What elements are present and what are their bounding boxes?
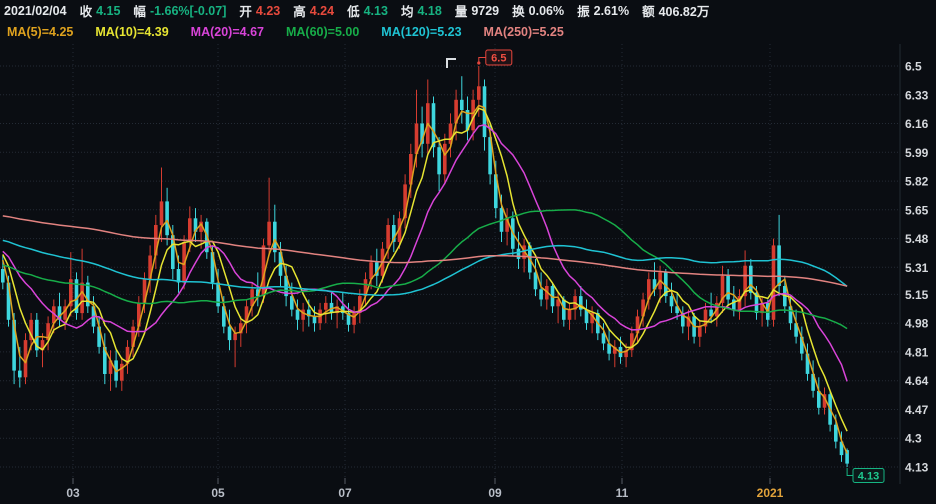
quote-field-value: 4.24 (310, 4, 334, 18)
svg-text:4.47: 4.47 (905, 403, 929, 417)
quote-field-label: 均 (401, 1, 414, 20)
ma-legend-item-20: MA(20)=4.67 (191, 25, 264, 39)
quote-field-label: 换 (512, 1, 525, 20)
quote-field-label: 量 (455, 1, 468, 20)
quote-date: 2021/02/04 (4, 4, 67, 18)
quote-field-label: 幅 (133, 1, 146, 20)
corner-mark (447, 59, 456, 68)
stock-chart-app: 2021/02/04 收4.15 幅 -1.66%[-0.07] 开 4.23 高 4.24… (0, 0, 936, 504)
quote-field-label: 开 (239, 1, 252, 20)
svg-text:4.13: 4.13 (858, 471, 879, 483)
ma-legend-item-250: MA(250)=5.25 (484, 25, 564, 39)
svg-text:03: 03 (66, 486, 80, 500)
quote-header: 2021/02/04 收4.15 幅 -1.66%[-0.07] 开 4.23 高 4.24… (4, 0, 709, 21)
quote-field-label: 低 (347, 1, 360, 20)
quote-field-2: 开 4.23 (239, 1, 280, 20)
grid (0, 44, 900, 484)
quote-field-8: 振 2.61% (577, 1, 629, 20)
quote-field-3: 高 4.24 (293, 1, 334, 20)
svg-text:6.5: 6.5 (905, 60, 922, 74)
quote-field-value: 0.06% (529, 4, 564, 18)
svg-text:5.99: 5.99 (905, 146, 929, 160)
quote-field-label: 振 (577, 1, 590, 20)
ma-line-10 (3, 108, 847, 431)
ma-legend-item-5: MA(5)=4.25 (7, 25, 73, 39)
quote-field-value: 4.15 (96, 4, 120, 18)
ma-legend-item-120: MA(120)=5.23 (381, 25, 461, 39)
quote-field-7: 换 0.06% (512, 1, 564, 20)
svg-text:2021: 2021 (757, 486, 784, 500)
svg-text:5.82: 5.82 (905, 175, 929, 189)
quote-field-value: 2.61% (594, 4, 629, 18)
quote-field-value: -1.66%[-0.07] (150, 4, 226, 18)
ma-legend: MA(5)=4.25 MA(10)=4.39 MA(20)=4.67 MA(60)=5… (7, 22, 564, 42)
chart-canvas[interactable]: 6.5 4.13 6.5 6.33 6.16 5.99 5.82 5.65 5.48 5.31 5.… (0, 44, 936, 504)
svg-text:6.5: 6.5 (491, 53, 506, 65)
ma-legend-item-10: MA(10)=4.39 (95, 25, 168, 39)
high-price-marker: 6.5 (477, 50, 512, 65)
quote-field-label: 额 (642, 1, 655, 20)
quote-field-label: 收 (80, 1, 93, 20)
svg-text:4.64: 4.64 (905, 374, 929, 388)
quote-field-label: 高 (293, 1, 306, 20)
svg-text:5.15: 5.15 (905, 288, 929, 302)
quote-field-value: 406.82万 (659, 1, 710, 20)
svg-text:07: 07 (338, 486, 352, 500)
svg-text:4.81: 4.81 (905, 345, 929, 359)
candlestick-chart[interactable]: 6.5 4.13 6.5 6.33 6.16 5.99 5.82 5.65 5.48 5.31 5.… (0, 44, 936, 504)
quote-field-4: 低 4.13 (347, 1, 388, 20)
candle-series (1, 66, 849, 467)
svg-text:6.33: 6.33 (905, 88, 929, 102)
quote-field-value: 4.13 (364, 4, 388, 18)
quote-field-value: 9729 (471, 4, 499, 18)
quote-field-0: 收4.15 (80, 1, 121, 20)
price-axis: 6.5 6.33 6.16 5.99 5.82 5.65 5.48 5.31 5.15 4.98 4… (905, 60, 929, 475)
svg-text:5.65: 5.65 (905, 203, 929, 217)
svg-text:09: 09 (488, 486, 502, 500)
svg-text:6.16: 6.16 (905, 117, 929, 131)
quote-field-1: 幅 -1.66%[-0.07] (133, 1, 226, 20)
svg-text:05: 05 (211, 486, 225, 500)
svg-text:11: 11 (616, 486, 629, 500)
svg-text:4.3: 4.3 (905, 432, 922, 446)
time-axis: 03 05 07 09 11 2021 (66, 478, 783, 500)
quote-field-6: 量9729 (455, 1, 499, 20)
quote-field-9: 额406.82万 (642, 1, 709, 20)
quote-field-value: 4.18 (417, 4, 441, 18)
ma-legend-item-60: MA(60)=5.00 (286, 25, 359, 39)
ma-line-5 (3, 106, 847, 454)
svg-text:4.13: 4.13 (905, 461, 929, 475)
svg-text:4.98: 4.98 (905, 317, 929, 331)
quote-field-value: 4.23 (256, 4, 280, 18)
svg-text:5.48: 5.48 (905, 232, 929, 246)
quote-field-5: 均4.18 (401, 1, 442, 20)
low-price-marker: 4.13 (847, 468, 884, 483)
ma-line-60 (3, 210, 847, 329)
svg-text:5.31: 5.31 (905, 261, 929, 275)
